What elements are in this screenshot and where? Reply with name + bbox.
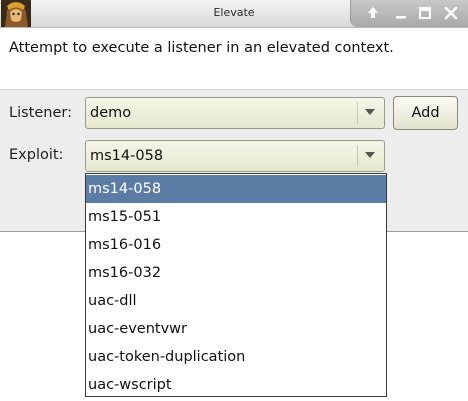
maximize-icon[interactable] (415, 3, 435, 23)
list-item[interactable]: ms15-051 (86, 203, 386, 231)
exploit-value: ms14-058 (90, 148, 164, 164)
listener-label: Listener: (9, 105, 72, 121)
exploit-dropdown-list: ms14-058 ms15-051 ms16-016 ms16-032 uac-… (85, 173, 387, 397)
list-item[interactable]: uac-token-duplication (86, 343, 386, 371)
description-panel: Attempt to execute a listener in an elev… (0, 28, 468, 90)
title-bar[interactable]: Elevate (0, 0, 468, 28)
window-controls (350, 0, 468, 27)
exploit-label: Exploit: (9, 147, 64, 163)
minimize-icon[interactable] (391, 3, 411, 23)
list-item[interactable]: uac-wscript (86, 371, 386, 399)
list-item[interactable]: ms16-016 (86, 231, 386, 259)
list-item[interactable]: uac-dll (86, 287, 386, 315)
list-item[interactable]: ms14-058 (86, 175, 386, 203)
restore-up-icon[interactable] (363, 3, 383, 23)
description-text: Attempt to execute a listener in an elev… (9, 40, 394, 56)
listener-value: demo (90, 105, 132, 121)
add-button[interactable]: Add (393, 96, 458, 130)
close-icon[interactable] (441, 3, 461, 23)
chevron-down-icon[interactable] (357, 145, 381, 167)
list-item[interactable]: uac-eventvwr (86, 315, 386, 343)
listener-combobox[interactable]: demo (85, 97, 385, 129)
exploit-combobox[interactable]: ms14-058 (85, 140, 385, 172)
list-item[interactable]: ms16-032 (86, 259, 386, 287)
chevron-down-icon[interactable] (357, 102, 381, 124)
